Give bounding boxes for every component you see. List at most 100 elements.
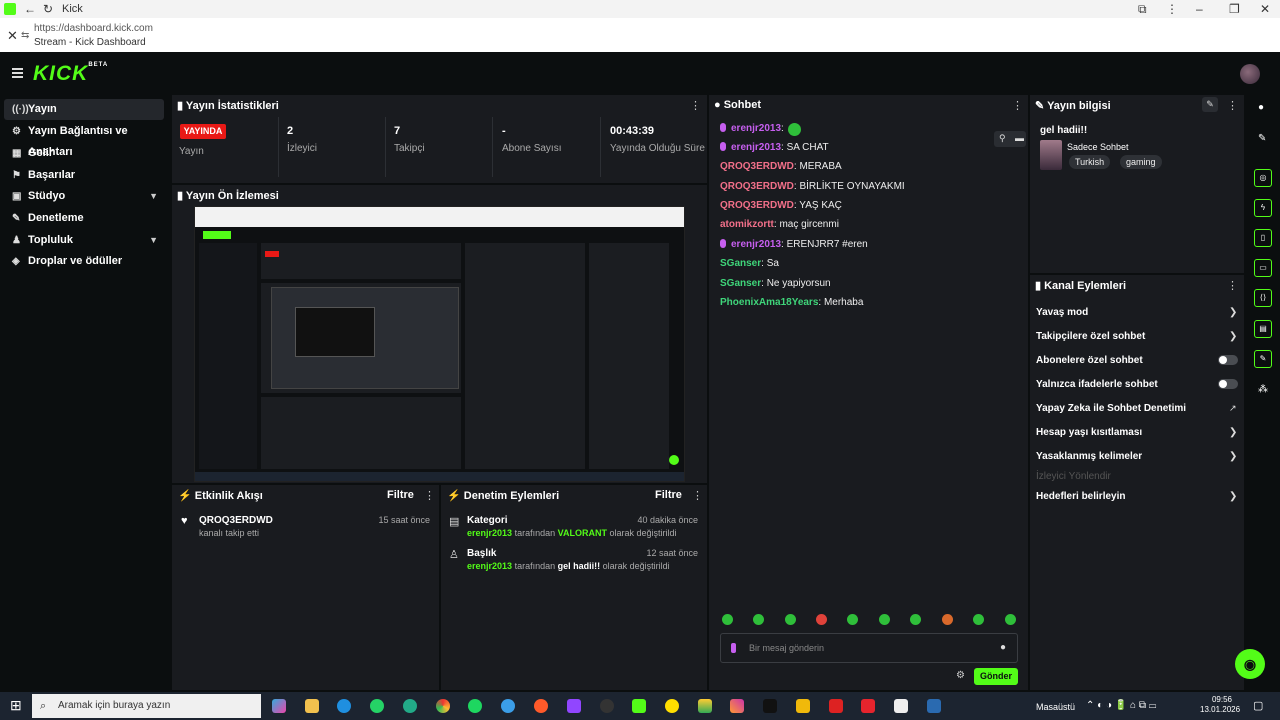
action-banned-words[interactable]: Yasaklanmış kelimeler <box>1036 451 1142 462</box>
emoji-icon[interactable]: ● <box>1000 642 1006 653</box>
activity-user[interactable]: QROQ3ERDWD <box>199 515 273 526</box>
valorant-icon[interactable] <box>861 699 875 713</box>
browser-menu-icon[interactable]: ⋮ <box>1166 2 1178 16</box>
chat-message[interactable]: SGanser: Sa <box>720 258 779 269</box>
chat-username[interactable]: SGanser <box>720 278 761 289</box>
channel-actions-more-icon[interactable]: ⋮ <box>1227 279 1238 292</box>
whatsapp-icon[interactable] <box>370 699 384 713</box>
spotify-icon[interactable] <box>468 699 482 713</box>
chat-message[interactable]: erenjr2013: SA CHAT <box>720 142 829 153</box>
snapchat-icon[interactable] <box>665 699 679 713</box>
back-icon[interactable]: ← <box>24 2 36 16</box>
sidebar-item-basarilar[interactable]: ⚑ Başarılar <box>4 165 164 186</box>
send-button[interactable]: Gönder <box>974 668 1018 685</box>
emote-icon[interactable] <box>879 614 890 625</box>
kick-logo[interactable]: KICKBETA <box>33 62 108 86</box>
restore-icon[interactable]: ❐ <box>1229 2 1240 16</box>
moderation-more-icon[interactable]: ⋮ <box>692 489 703 502</box>
pencil-icon[interactable]: ✎ <box>1258 133 1266 144</box>
sidebar-item-topluluk[interactable]: ♟ Topluluk ▼ <box>4 230 164 251</box>
chevron-right-icon[interactable]: ❯ <box>1229 331 1237 342</box>
stream-info-more-icon[interactable]: ⋮ <box>1227 99 1238 112</box>
steam-icon[interactable] <box>501 699 515 713</box>
notification-icon[interactable]: ▢ <box>1253 699 1263 712</box>
extensions-icon[interactable]: ⧉ <box>1138 2 1147 17</box>
sidebar-item-yayin[interactable]: ((·)) Yayın <box>4 99 164 120</box>
action-followers-only[interactable]: Takipçilere özel sohbet <box>1036 331 1145 342</box>
help-button[interactable]: ◉ <box>1235 649 1265 679</box>
chat-message[interactable]: PhoenixAma18Years: Merhaba <box>720 297 863 308</box>
chat-message[interactable]: QROQ3ERDWD: MERABA <box>720 161 842 172</box>
edge-icon[interactable] <box>337 699 351 713</box>
info-icon[interactable]: ● <box>1258 102 1264 113</box>
subscribers-only-toggle[interactable] <box>1218 355 1238 365</box>
emotes-only-toggle[interactable] <box>1218 379 1238 389</box>
obs-icon[interactable] <box>600 699 614 713</box>
action-goals[interactable]: Hedefleri belirleyin <box>1036 491 1125 502</box>
moderation-user[interactable]: erenjr2013 <box>467 561 512 571</box>
chat-username[interactable]: SGanser <box>720 258 761 269</box>
action-ai-moderation[interactable]: Yapay Zeka ile Sohbet Denetimi <box>1036 403 1186 414</box>
sidebar-item-gelir[interactable]: ▦ Gelir <box>4 143 164 164</box>
extensions-icon[interactable]: ⁂ <box>1258 384 1268 395</box>
instagram-icon[interactable] <box>730 699 744 713</box>
sidebar-item-studyo[interactable]: ▣ Stüdyo ▼ <box>4 186 164 207</box>
sidebar-item-droplar[interactable]: ◈ Droplar ve ödüller <box>4 251 164 272</box>
reload-icon[interactable]: ↻ <box>43 2 53 16</box>
chat-username[interactable]: atomikzortt <box>720 219 774 230</box>
taskbar-search[interactable]: ⌕ Aramak için buraya yazın <box>32 694 261 718</box>
chrome-icon[interactable] <box>436 699 450 713</box>
rail-layout-icon[interactable]: ▤ <box>1254 320 1272 338</box>
external-link-icon[interactable]: ↗ <box>1229 403 1237 414</box>
chat-username[interactable]: QROQ3ERDWD <box>720 200 794 211</box>
emote-icon[interactable] <box>785 614 796 625</box>
chat-message[interactable]: atomikzortt: maç gircenmi <box>720 219 839 230</box>
emote-icon[interactable] <box>1005 614 1016 625</box>
chat-username[interactable]: QROQ3ERDWD <box>720 181 794 192</box>
chevron-right-icon[interactable]: ❯ <box>1229 307 1237 318</box>
chrome-alt-icon[interactable] <box>403 699 417 713</box>
tray-icons[interactable]: ⌃ ◐ ◑ 🔋 ⌂ ⧉ ▭ <box>1086 700 1156 711</box>
url-text[interactable]: https://dashboard.kick.com <box>34 23 153 34</box>
menu-icon[interactable] <box>12 68 23 80</box>
chevron-right-icon[interactable]: ❯ <box>1229 451 1237 462</box>
rail-tool-icon[interactable]: ✎ <box>1254 350 1272 368</box>
app-icon[interactable] <box>829 699 843 713</box>
minimize-icon[interactable]: – <box>1196 2 1203 16</box>
sidebar-item-stream-key[interactable]: ⚙ Yayın Bağlantısı ve Anahtarı <box>4 121 164 158</box>
rail-document-icon[interactable]: ▯ <box>1254 229 1272 247</box>
action-slow-mode[interactable]: Yavaş mod <box>1036 307 1088 318</box>
activity-more-icon[interactable]: ⋮ <box>424 489 435 502</box>
taskbar-clock[interactable]: 09:56 13.01.2026 <box>1200 695 1240 715</box>
chevron-right-icon[interactable]: ❯ <box>1229 491 1237 502</box>
chat-message[interactable]: erenjr2013: <box>720 123 801 136</box>
edit-icon[interactable]: ✎ <box>1202 97 1218 112</box>
pin-icon[interactable]: ⚲ <box>999 133 1006 144</box>
moderation-user[interactable]: erenjr2013 <box>467 528 512 538</box>
emote-icon[interactable] <box>816 614 827 625</box>
emote-icon[interactable] <box>847 614 858 625</box>
rail-code-icon[interactable]: ⟨⟩ <box>1254 289 1272 307</box>
rail-chat-icon[interactable]: ▭ <box>1254 259 1272 277</box>
app-icon[interactable] <box>534 699 548 713</box>
chat-more-icon[interactable]: ⋮ <box>1012 99 1023 112</box>
app-icon[interactable] <box>927 699 941 713</box>
chat-settings-icon[interactable]: ⚙ <box>956 670 965 681</box>
action-account-age[interactable]: Hesap yaşı kısıtlaması <box>1036 427 1142 438</box>
twitch-icon[interactable] <box>567 699 581 713</box>
chat-username[interactable]: erenjr2013 <box>731 239 781 250</box>
emote-icon[interactable] <box>910 614 921 625</box>
rail-scene-icon[interactable]: ◎ <box>1254 169 1272 187</box>
activity-filter-button[interactable]: Filtre <box>387 489 414 501</box>
kick-taskbar-icon[interactable] <box>632 699 646 713</box>
tiktok-icon[interactable] <box>763 699 777 713</box>
emote-icon[interactable] <box>942 614 953 625</box>
file-explorer-icon[interactable] <box>305 699 319 713</box>
chat-username[interactable]: erenjr2013 <box>731 142 781 153</box>
chevron-right-icon[interactable]: ❯ <box>1229 427 1237 438</box>
chat-input[interactable]: Bir mesaj gönderin ● <box>720 633 1018 663</box>
chat-username[interactable]: erenjr2013 <box>731 123 781 134</box>
stats-more-icon[interactable]: ⋮ <box>690 99 701 112</box>
copilot-icon[interactable] <box>272 699 286 713</box>
app-icon[interactable] <box>698 699 712 713</box>
